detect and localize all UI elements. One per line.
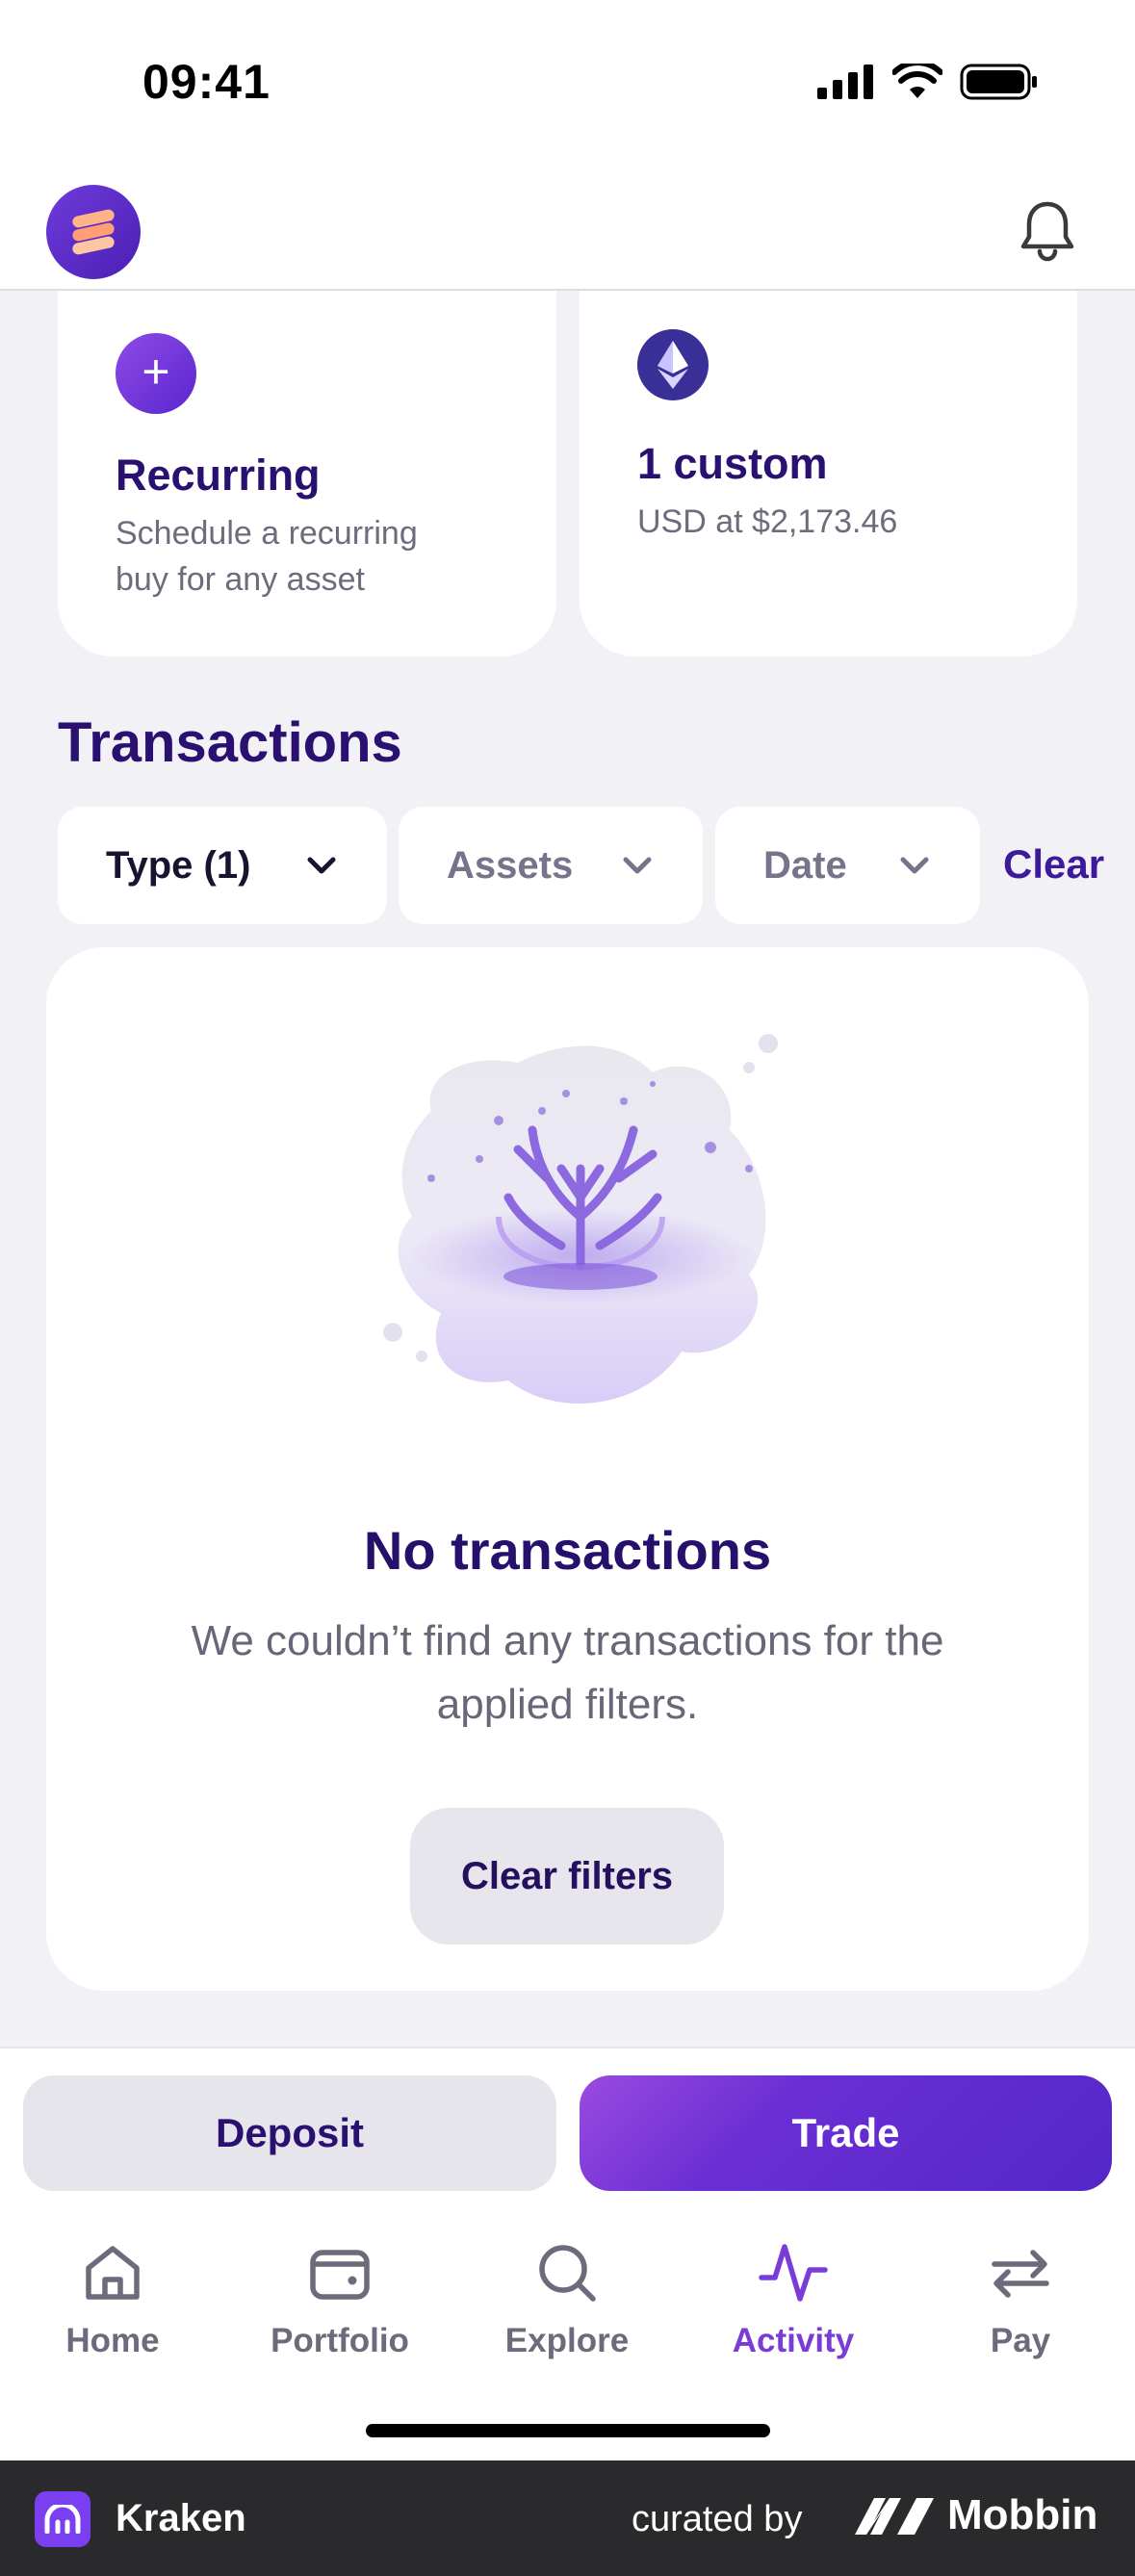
footer-brand: Mobbin — [947, 2491, 1098, 2538]
tab-pay[interactable]: Pay — [924, 2237, 1117, 2360]
mobbin-mark-icon — [855, 2498, 934, 2535]
avatar[interactable] — [46, 185, 141, 279]
clear-filters-button[interactable]: Clear filters — [410, 1808, 724, 1945]
tab-portfolio-label: Portfolio — [271, 2322, 409, 2359]
filter-type-label: Type (1) — [106, 843, 251, 887]
ethereum-icon — [637, 329, 709, 400]
tab-home-label: Home — [65, 2322, 160, 2359]
tab-home[interactable]: Home — [16, 2237, 209, 2360]
footer-curated-by: curated by — [632, 2499, 803, 2539]
status-time: 09:41 — [142, 55, 271, 109]
custom-subtitle: USD at $2,173.46 — [637, 503, 898, 540]
status-icons — [817, 64, 1039, 100]
signal-icon — [817, 64, 873, 99]
notification-bell-icon[interactable] — [1016, 198, 1079, 262]
recurring-subtitle-line2: buy for any asset — [116, 561, 365, 598]
recurring-card[interactable]: + Recurring Schedule a recurring buy for… — [58, 241, 556, 657]
custom-recurring-card[interactable]: 1 custom USD at $2,173.46 — [580, 241, 1077, 657]
chevron-down-icon — [900, 857, 929, 874]
empty-state-message: We couldn’t find any transactions for th… — [191, 1617, 944, 1728]
tab-explore[interactable]: Explore — [471, 2237, 663, 2360]
filter-assets-label: Assets — [447, 843, 574, 887]
chevron-down-icon — [307, 857, 336, 874]
tab-explore-label: Explore — [504, 2322, 630, 2359]
empty-state-panel: No transactions We couldn’t find any tra… — [46, 947, 1089, 1991]
transactions-title: Transactions — [58, 711, 402, 774]
bottom-bar: Deposit Trade Home Portfolio Explore Act… — [0, 2047, 1135, 2460]
tab-activity-label: Activity — [732, 2322, 855, 2359]
home-icon — [86, 2246, 140, 2300]
recurring-title: Recurring — [116, 451, 321, 500]
tab-activity[interactable]: Activity — [697, 2237, 890, 2360]
wifi-icon — [892, 64, 942, 98]
home-indicator — [366, 2424, 770, 2437]
tab-portfolio[interactable]: Portfolio — [244, 2237, 436, 2360]
avatar-stack-icon — [72, 209, 115, 255]
trade-button[interactable]: Trade — [580, 2075, 1112, 2191]
top-bar: 09:41 — [0, 0, 1135, 291]
battery-icon — [960, 64, 1037, 100]
filter-type[interactable]: Type (1) — [58, 807, 387, 924]
kraken-logo-icon — [35, 2491, 90, 2547]
filter-date[interactable]: Date — [715, 807, 980, 924]
recurring-subtitle-line1: Schedule a recurring — [116, 515, 418, 552]
footer-app-name: Kraken — [116, 2497, 246, 2539]
empty-state-title: No transactions — [363, 1520, 772, 1581]
coral-illustration — [383, 1034, 778, 1404]
plus-icon: + — [116, 333, 196, 414]
filter-date-label: Date — [763, 843, 847, 887]
deposit-button[interactable]: Deposit — [23, 2075, 556, 2191]
transfer-icon — [992, 2250, 1049, 2298]
activity-icon — [759, 2244, 828, 2302]
clear-filters-link[interactable]: Clear — [1003, 841, 1104, 888]
search-icon — [539, 2245, 596, 2302]
filter-assets[interactable]: Assets — [399, 807, 703, 924]
mobbin-logo: Mobbin — [853, 2491, 1097, 2539]
footer-banner: Kraken curated by Mobbin — [0, 2460, 1135, 2576]
tab-pay-label: Pay — [990, 2322, 1051, 2359]
wallet-icon — [310, 2250, 370, 2300]
custom-title: 1 custom — [637, 439, 828, 488]
chevron-down-icon — [623, 857, 652, 874]
